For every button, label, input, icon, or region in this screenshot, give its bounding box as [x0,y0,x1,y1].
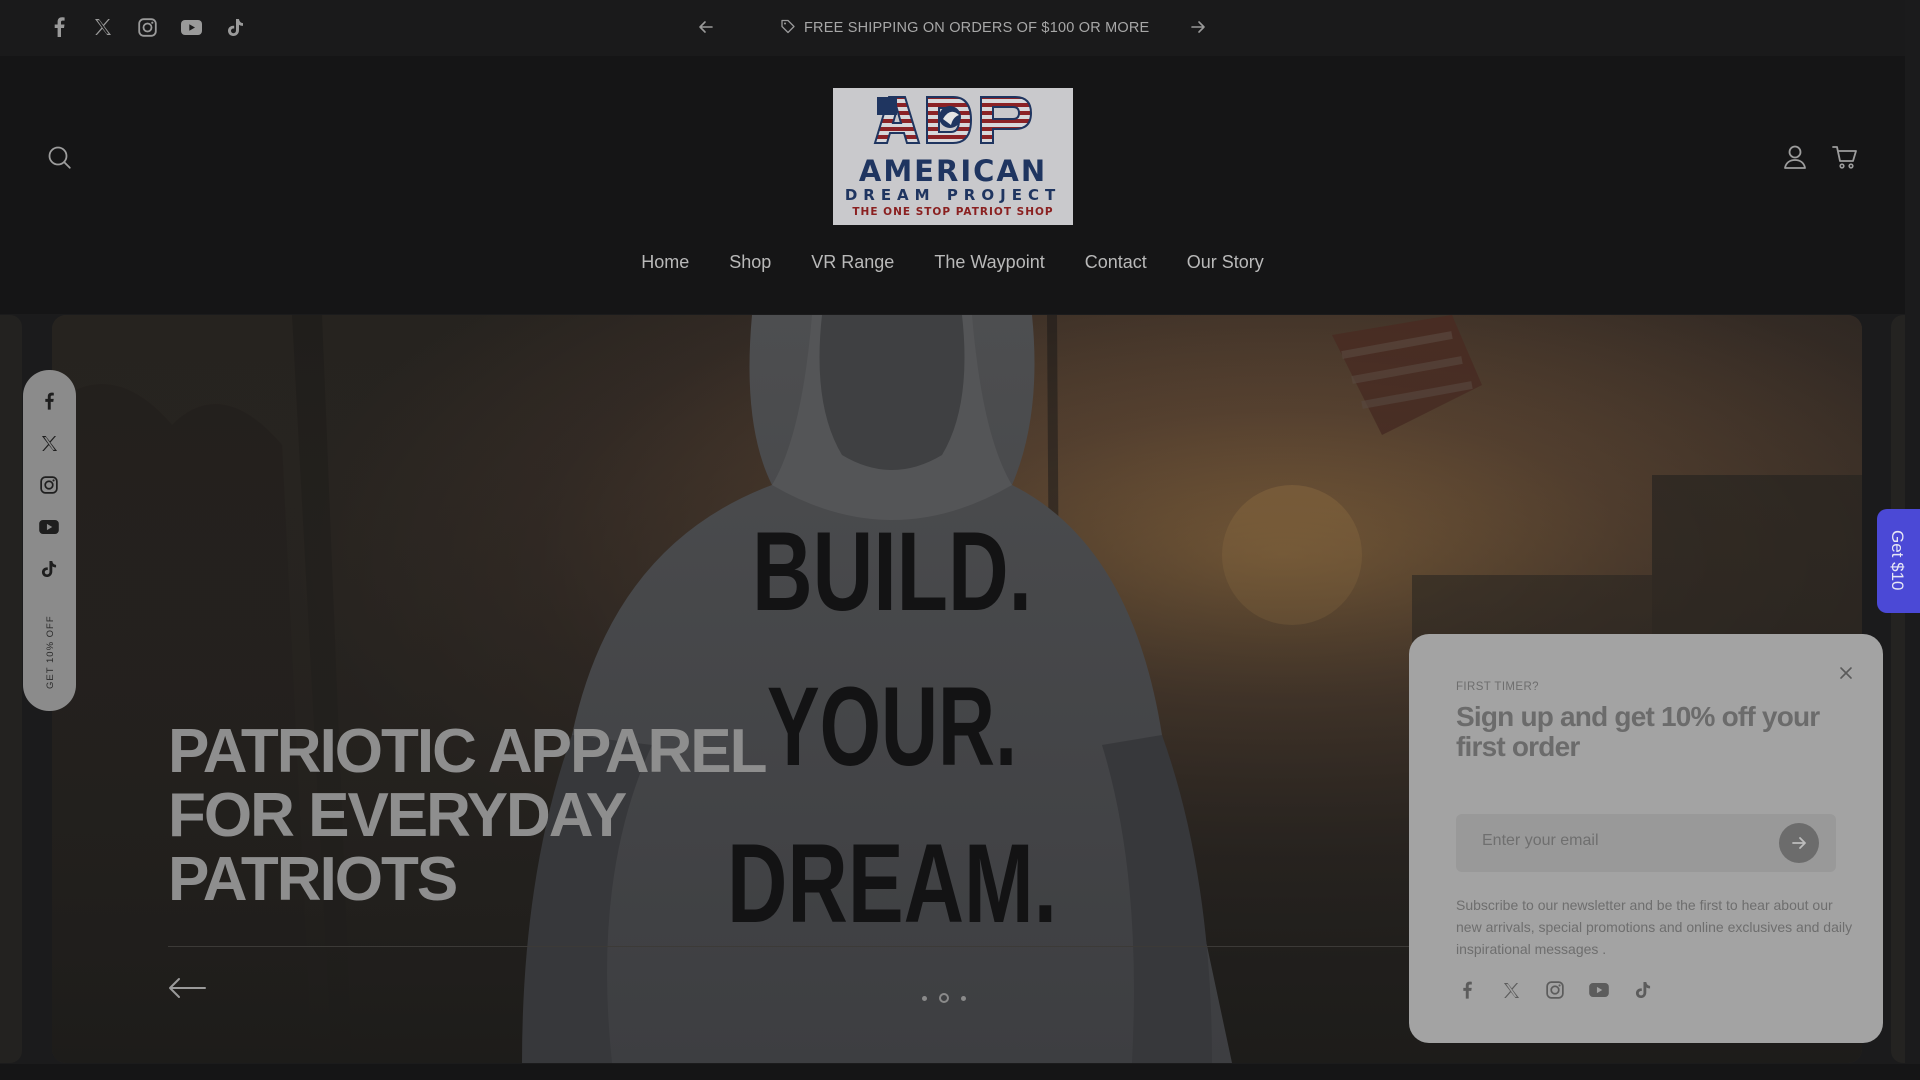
nav-item-home[interactable]: Home [641,252,689,273]
nav-item-shop[interactable]: Shop [729,252,771,273]
page-bottom-strip [0,1064,1920,1080]
instagram-icon[interactable] [38,474,60,496]
site-header: AMERICAN DREAM PROJECT THE ONE STOP PATR… [0,56,1905,314]
nav-item-the-waypoint[interactable]: The Waypoint [934,252,1044,273]
nav-item-vr-range[interactable]: VR Range [811,252,894,273]
hero-title-line: PATRIOTIC APPAREL [168,717,767,786]
x-twitter-icon[interactable] [1500,979,1522,1001]
youtube-icon[interactable] [1588,979,1610,1001]
tiktok-icon[interactable] [224,16,246,38]
announcement-bar: FREE SHIPPING ON ORDERS OF $100 OR MORE [0,0,1905,56]
tiktok-icon[interactable] [1632,979,1654,1001]
site-logo[interactable]: AMERICAN DREAM PROJECT THE ONE STOP PATR… [833,88,1073,225]
announcement-prev-button[interactable] [695,16,717,38]
instagram-icon[interactable] [1544,979,1566,1001]
email-field-wrapper [1456,814,1836,872]
logo-brand-subtitle: DREAM PROJECT [844,186,1062,204]
nav-item-our-story[interactable]: Our Story [1187,252,1264,273]
email-field[interactable] [1482,832,1772,850]
hero-title-line: PATRIOTS [168,845,458,914]
hero-title-line: FOR EVERYDAY [168,781,627,850]
announcement-text: FREE SHIPPING ON ORDERS OF $100 OR MORE [804,20,1150,36]
close-icon [1840,667,1852,679]
cart-icon [1832,146,1857,169]
logo-tagline: THE ONE STOP PATRIOT SHOP [852,206,1054,218]
tiktok-icon[interactable] [38,558,60,580]
youtube-icon[interactable] [38,516,60,538]
slide-pagination [922,993,966,1003]
slide-dot[interactable] [961,995,966,1001]
account-button[interactable] [1781,143,1809,171]
get-10-off-rail-label[interactable]: GET 10% OFF [45,615,56,689]
nav-item-contact[interactable]: Contact [1085,252,1147,273]
slide-dot-active[interactable] [939,993,949,1003]
get-10-label: Get $10 [1888,530,1907,591]
arrow-left-icon [169,978,206,998]
slide-dot[interactable] [922,995,927,1001]
tag-icon [780,18,796,38]
cart-button[interactable] [1831,143,1859,171]
logo-brand-name: AMERICAN [858,154,1048,188]
popup-social-links [1456,979,1654,1001]
search-icon [48,146,71,169]
popup-eyebrow: FIRST TIMER? [1456,681,1539,693]
instagram-icon[interactable] [136,16,158,38]
x-twitter-icon[interactable] [38,432,60,454]
hero-title: PATRIOTIC APPAREL FOR EVERYDAY PATRIOTS [168,717,767,914]
previous-slide-peek [0,315,22,1063]
arrow-right-icon [1792,837,1806,849]
hoodie-print-line-2: YOUR. [767,664,1017,789]
top-social-links [48,16,246,38]
youtube-icon[interactable] [180,16,202,38]
hoodie-print-line-1: BUILD. [752,509,1032,634]
hoodie-print-line-3: DREAM. [727,821,1057,946]
announcement-next-button[interactable] [1187,16,1209,38]
search-button[interactable] [46,144,74,172]
popup-headline: Sign up and get 10% off your first order [1456,701,1820,762]
x-twitter-icon[interactable] [92,16,114,38]
subscribe-submit-button[interactable] [1779,823,1819,863]
close-button[interactable] [1837,664,1855,682]
hero-prev-button[interactable] [167,975,207,1001]
facebook-icon[interactable] [38,390,60,412]
main-navigation: Home Shop VR Range The Waypoint Contact … [0,252,1905,273]
next-slide-peek [1891,315,1905,1063]
get-10-tab[interactable]: Get $10 [1877,509,1920,613]
announcement-message: FREE SHIPPING ON ORDERS OF $100 OR MORE [780,18,1149,38]
flag-letters-logo [873,96,1033,144]
facebook-icon[interactable] [1456,979,1478,1001]
popup-description: Subscribe to our newsletter and be the f… [1456,897,1853,957]
user-icon [1784,145,1806,169]
facebook-icon[interactable] [48,16,70,38]
signup-popup: FIRST TIMER? Sign up and get 10% off you… [1409,634,1883,1043]
